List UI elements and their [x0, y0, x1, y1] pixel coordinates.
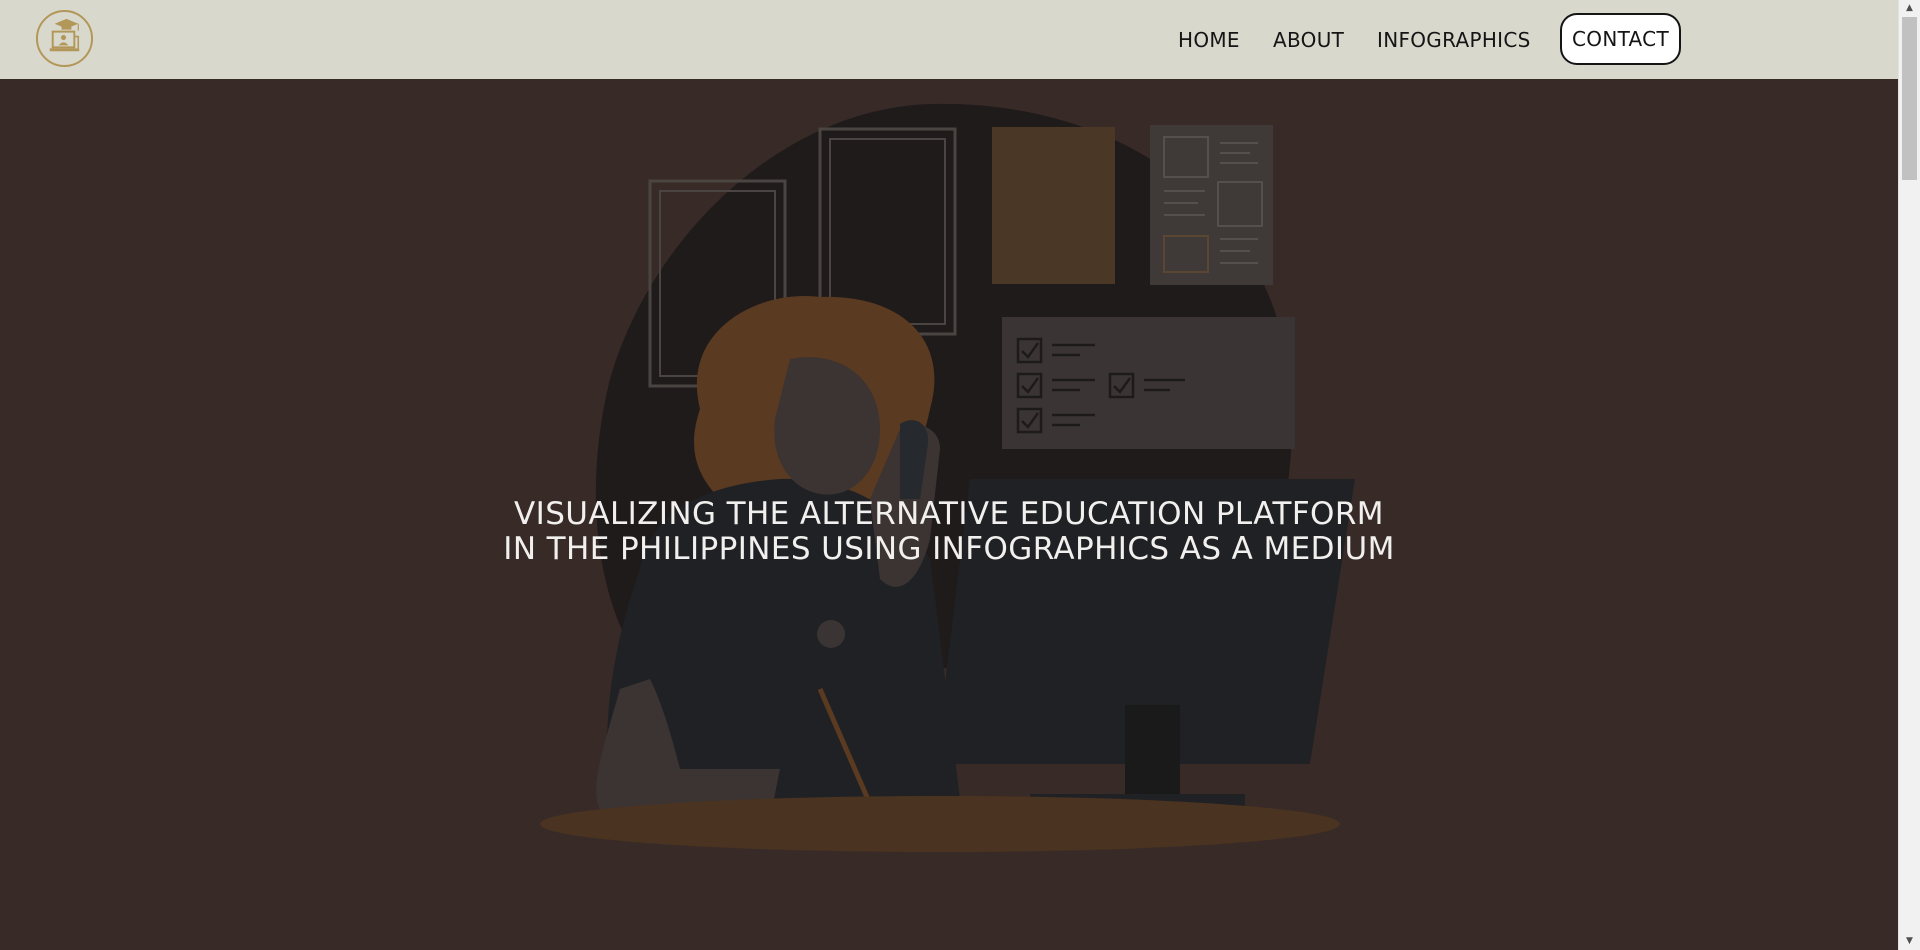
site-header: HOME ABOUT INFOGRAPHICS CONTACT — [0, 0, 1898, 79]
hero-title: VISUALIZING THE ALTERNATIVE EDUCATION PL… — [0, 497, 1898, 567]
scroll-down-arrow-icon[interactable]: ▼ — [1899, 933, 1920, 950]
hero-section: VISUALIZING THE ALTERNATIVE EDUCATION PL… — [0, 79, 1898, 950]
nav-infographics-link[interactable]: INFOGRAPHICS — [1377, 28, 1531, 52]
nav-about-link[interactable]: ABOUT — [1273, 28, 1344, 52]
hero-title-line-1: VISUALIZING THE ALTERNATIVE EDUCATION PL… — [514, 496, 1384, 532]
main-navigation: HOME ABOUT INFOGRAPHICS CONTACT — [0, 0, 1898, 79]
scroll-up-arrow-icon[interactable]: ▲ — [1899, 0, 1920, 17]
vertical-scrollbar[interactable]: ▲ ▼ — [1898, 0, 1920, 950]
hero-title-line-2: IN THE PHILIPPINES USING INFOGRAPHICS AS… — [503, 531, 1395, 567]
nav-contact-button[interactable]: CONTACT — [1560, 13, 1681, 65]
scrollbar-thumb[interactable] — [1902, 17, 1917, 180]
nav-home-link[interactable]: HOME — [1178, 28, 1240, 52]
